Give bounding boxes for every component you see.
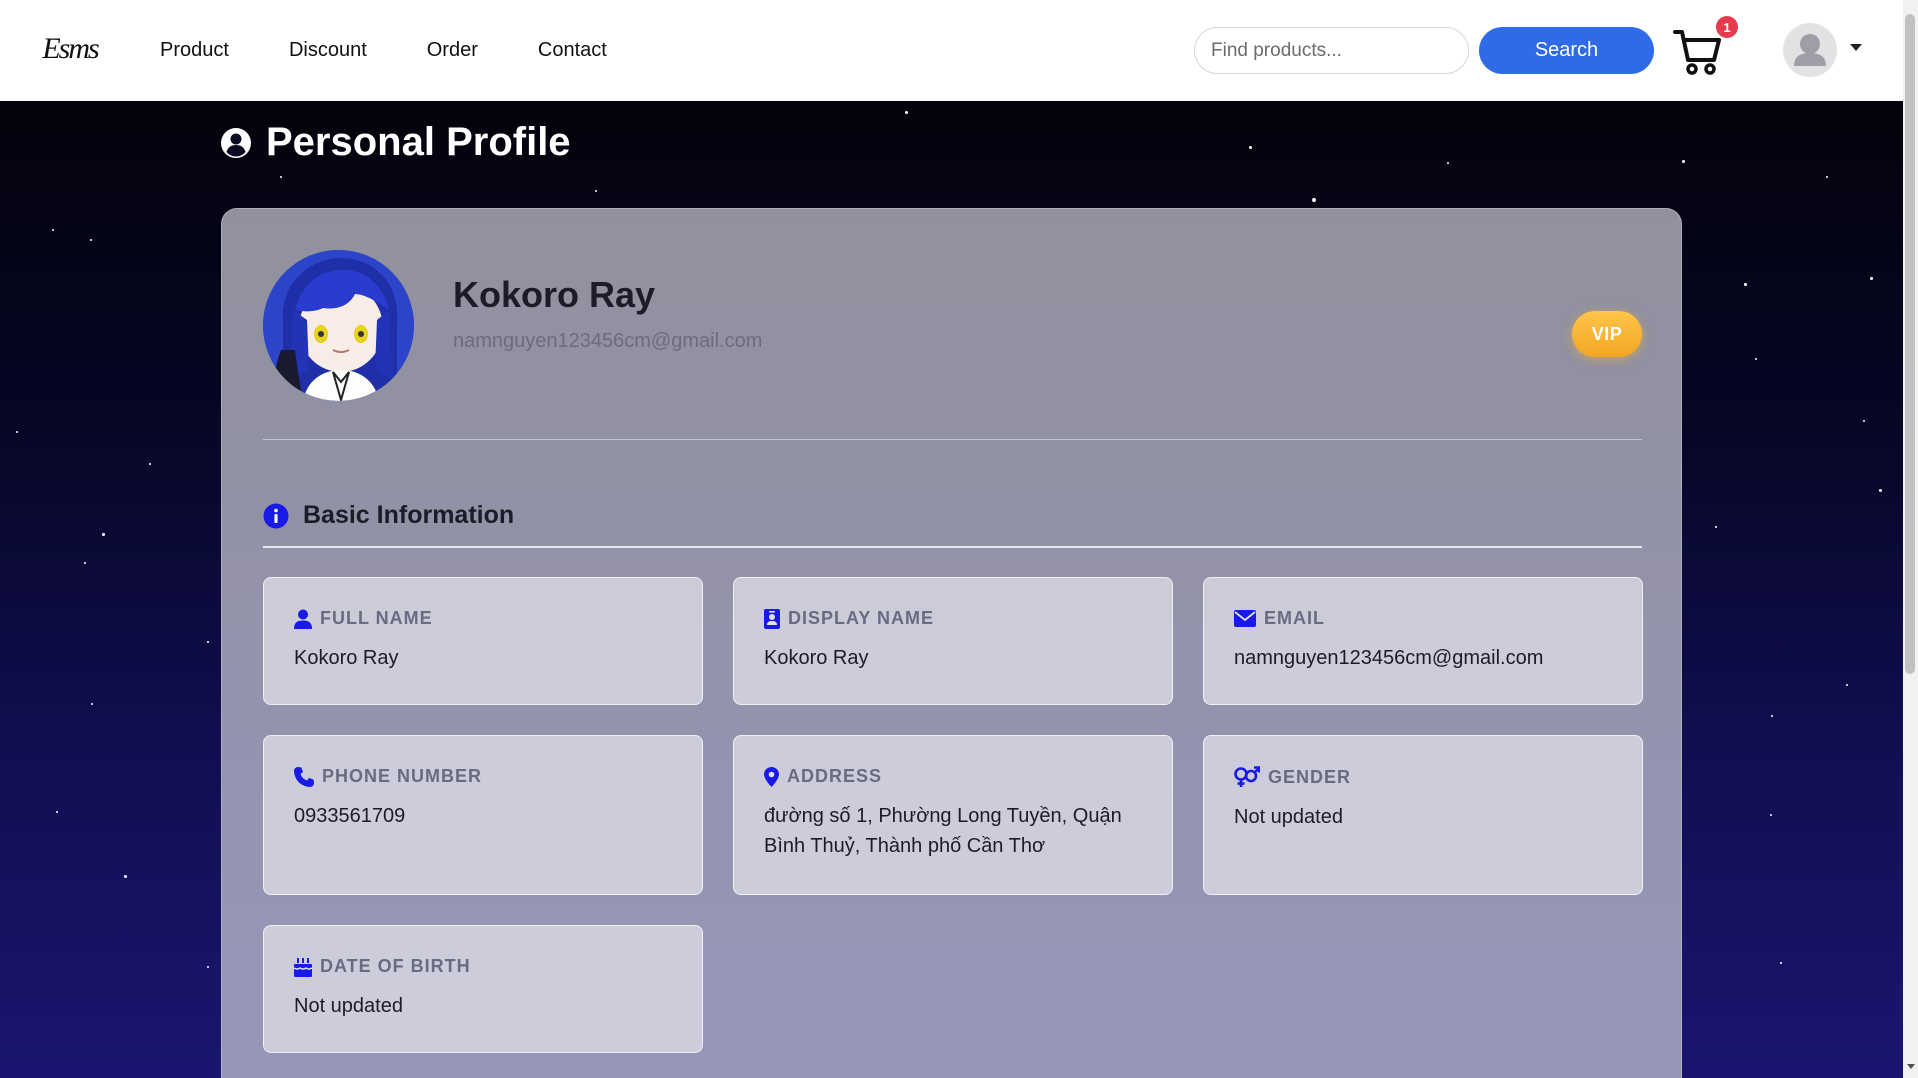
id-badge-icon bbox=[764, 608, 780, 629]
nav-link-discount[interactable]: Discount bbox=[289, 39, 367, 62]
map-pin-icon bbox=[764, 766, 779, 787]
info-value-text: Kokoro Ray bbox=[764, 647, 869, 669]
page-title-text: Personal Profile bbox=[266, 120, 571, 164]
info-label-text: DATE OF BIRTH bbox=[320, 956, 471, 976]
info-card-email: EMAIL namnguyen123456cm@gmail.com bbox=[1203, 577, 1643, 705]
info-value-text: namnguyen123456cm@gmail.com bbox=[1234, 647, 1544, 669]
info-value-text: Kokoro Ray bbox=[294, 647, 399, 669]
info-value-text: đường số 1, Phường Long Tuyền, Quận Bình… bbox=[764, 805, 1122, 857]
gender-icon bbox=[1234, 766, 1260, 787]
basic-info-title: Basic Information bbox=[303, 501, 515, 529]
birthday-cake-icon bbox=[294, 957, 312, 977]
cart-count-badge: 1 bbox=[1716, 16, 1738, 38]
basic-info-divider bbox=[263, 546, 1642, 548]
info-card-display-name: DISPLAY NAME Kokoro Ray bbox=[733, 577, 1173, 705]
info-label-text: GENDER bbox=[1268, 766, 1352, 787]
info-label-text: PHONE NUMBER bbox=[322, 766, 483, 786]
info-card-address: ADDRESS đường số 1, Phường Long Tuyền, Q… bbox=[733, 735, 1173, 895]
user-silhouette-icon bbox=[1794, 34, 1826, 66]
info-card-date-of-birth: DATE OF BIRTH Not updated bbox=[263, 925, 703, 1053]
user-icon bbox=[294, 609, 312, 629]
info-value-text: Not updated bbox=[1234, 806, 1343, 828]
nav-link-order[interactable]: Order bbox=[427, 39, 478, 62]
top-navbar: Esms Product Discount Order Contact Sear… bbox=[0, 0, 1903, 101]
info-label-text: EMAIL bbox=[1264, 608, 1325, 628]
scroll-down-arrow-icon[interactable] bbox=[1907, 1064, 1915, 1069]
info-card-phone-number: PHONE NUMBER 0933561709 bbox=[263, 735, 703, 895]
profile-name: Kokoro Ray bbox=[453, 274, 656, 315]
scrollbar-thumb[interactable] bbox=[1905, 14, 1915, 674]
brand-logo-text: Esms bbox=[42, 32, 99, 65]
page-title: Personal Profile bbox=[220, 120, 571, 165]
phone-icon bbox=[294, 766, 314, 787]
vip-badge: VIP bbox=[1572, 311, 1642, 357]
nav-link-product[interactable]: Product bbox=[160, 39, 229, 62]
user-avatar-button[interactable] bbox=[1783, 23, 1837, 77]
search-input[interactable] bbox=[1194, 27, 1469, 74]
info-value-text: Not updated bbox=[294, 995, 403, 1017]
info-label-text: DISPLAY NAME bbox=[788, 608, 935, 628]
nav-links: Product Discount Order Contact bbox=[160, 0, 667, 101]
search-button[interactable]: Search bbox=[1479, 27, 1654, 74]
info-card-gender: GENDER Not updated bbox=[1203, 735, 1643, 895]
basic-info-heading: Basic Information bbox=[263, 501, 514, 530]
cart-icon[interactable] bbox=[1672, 26, 1724, 76]
chevron-down-icon[interactable] bbox=[1850, 44, 1862, 51]
anime-avatar-image bbox=[263, 250, 414, 401]
info-card-full-name: FULL NAME Kokoro Ray bbox=[263, 577, 703, 705]
brand-logo[interactable]: Esms bbox=[42, 28, 99, 70]
user-circle-icon bbox=[221, 127, 251, 158]
info-label-text: FULL NAME bbox=[320, 608, 433, 628]
profile-card: Kokoro Ray namnguyen123456cm@gmail.com V… bbox=[221, 208, 1682, 1078]
profile-email: namnguyen123456cm@gmail.com bbox=[453, 330, 763, 352]
envelope-icon bbox=[1234, 610, 1256, 627]
profile-avatar[interactable] bbox=[263, 250, 414, 401]
info-circle-icon bbox=[263, 503, 289, 528]
profile-divider bbox=[263, 439, 1642, 440]
info-value-text: 0933561709 bbox=[294, 805, 406, 827]
nav-link-contact[interactable]: Contact bbox=[538, 39, 607, 62]
info-label-text: ADDRESS bbox=[787, 766, 883, 786]
